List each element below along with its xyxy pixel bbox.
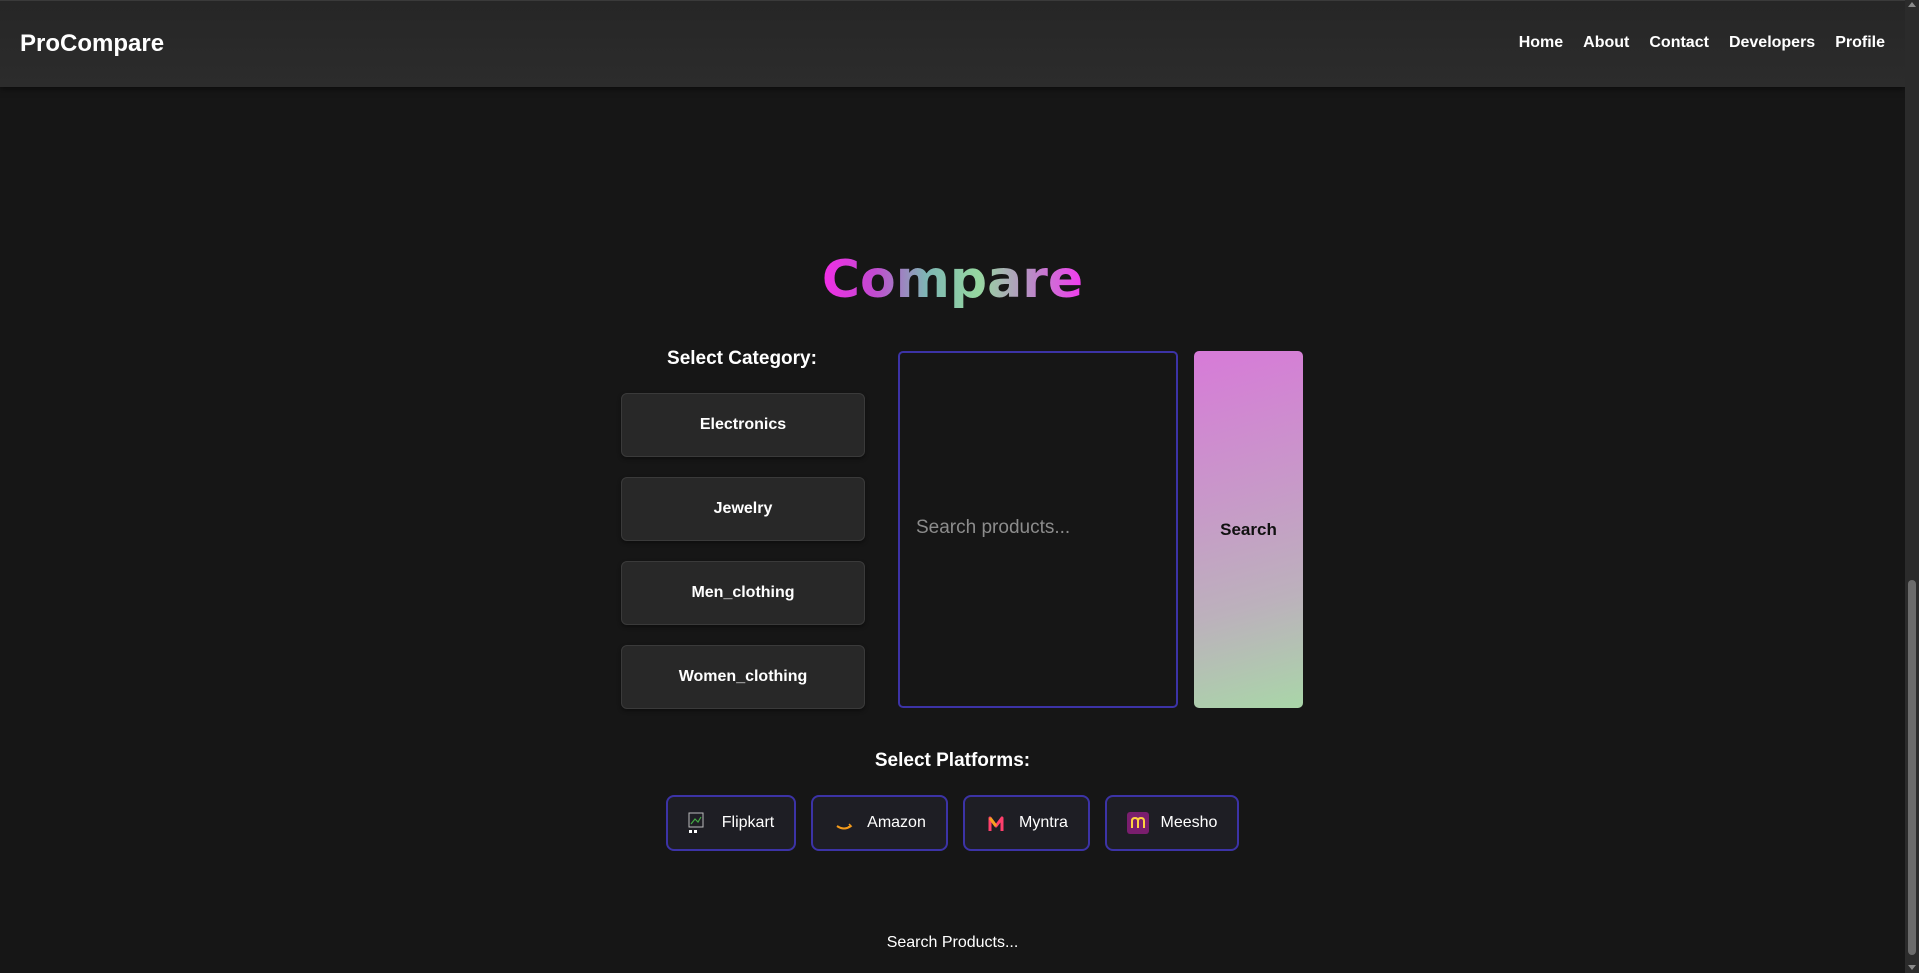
nav-about[interactable]: About [1583, 34, 1629, 52]
page-title: Compare [0, 250, 1905, 310]
myntra-logo-icon [985, 812, 1007, 834]
platform-amazon-label: Amazon [867, 814, 926, 831]
vertical-scrollbar[interactable] [1905, 0, 1919, 973]
results-status-text: Search Products... [886, 934, 1019, 951]
category-jewelry-button[interactable]: Jewelry [621, 477, 865, 541]
nav-home[interactable]: Home [1519, 34, 1563, 52]
nav-links: Home About Contact Developers Profile [1519, 34, 1885, 52]
nav-developers[interactable]: Developers [1729, 34, 1815, 52]
platform-flipkart-label: Flipkart [721, 814, 775, 831]
meesho-logo-icon [1126, 812, 1149, 834]
flipkart-logo-icon [688, 812, 710, 834]
platform-meesho[interactable]: Meesho [1105, 795, 1239, 851]
top-navbar: ProCompare Home About Contact Developers… [0, 0, 1905, 87]
search-input[interactable] [914, 516, 1158, 540]
page-title-text: Compare [821, 250, 1084, 310]
category-men-clothing-button[interactable]: Men_clothing [621, 561, 865, 625]
scroll-up-arrow-icon[interactable] [1908, 2, 1916, 7]
category-electronics-button[interactable]: Electronics [621, 393, 865, 457]
category-women-clothing-button[interactable]: Women_clothing [621, 645, 865, 709]
search-button[interactable]: Search [1194, 351, 1303, 708]
category-label: Select Category: [667, 348, 817, 369]
platform-flipkart[interactable]: Flipkart [666, 795, 796, 851]
platform-meesho-label: Meesho [1160, 814, 1218, 831]
platform-myntra-label: Myntra [1019, 814, 1068, 831]
platform-amazon[interactable]: Amazon [811, 795, 948, 851]
platforms-label: Select Platforms: [874, 750, 1031, 771]
brand-logo[interactable]: ProCompare [20, 30, 164, 58]
nav-profile[interactable]: Profile [1835, 34, 1885, 52]
scrollbar-thumb[interactable] [1908, 580, 1916, 955]
search-box[interactable] [898, 351, 1178, 708]
platform-myntra[interactable]: Myntra [963, 795, 1090, 851]
nav-contact[interactable]: Contact [1649, 34, 1709, 52]
amazon-logo-icon [833, 812, 855, 834]
scroll-down-arrow-icon[interactable] [1908, 965, 1916, 970]
